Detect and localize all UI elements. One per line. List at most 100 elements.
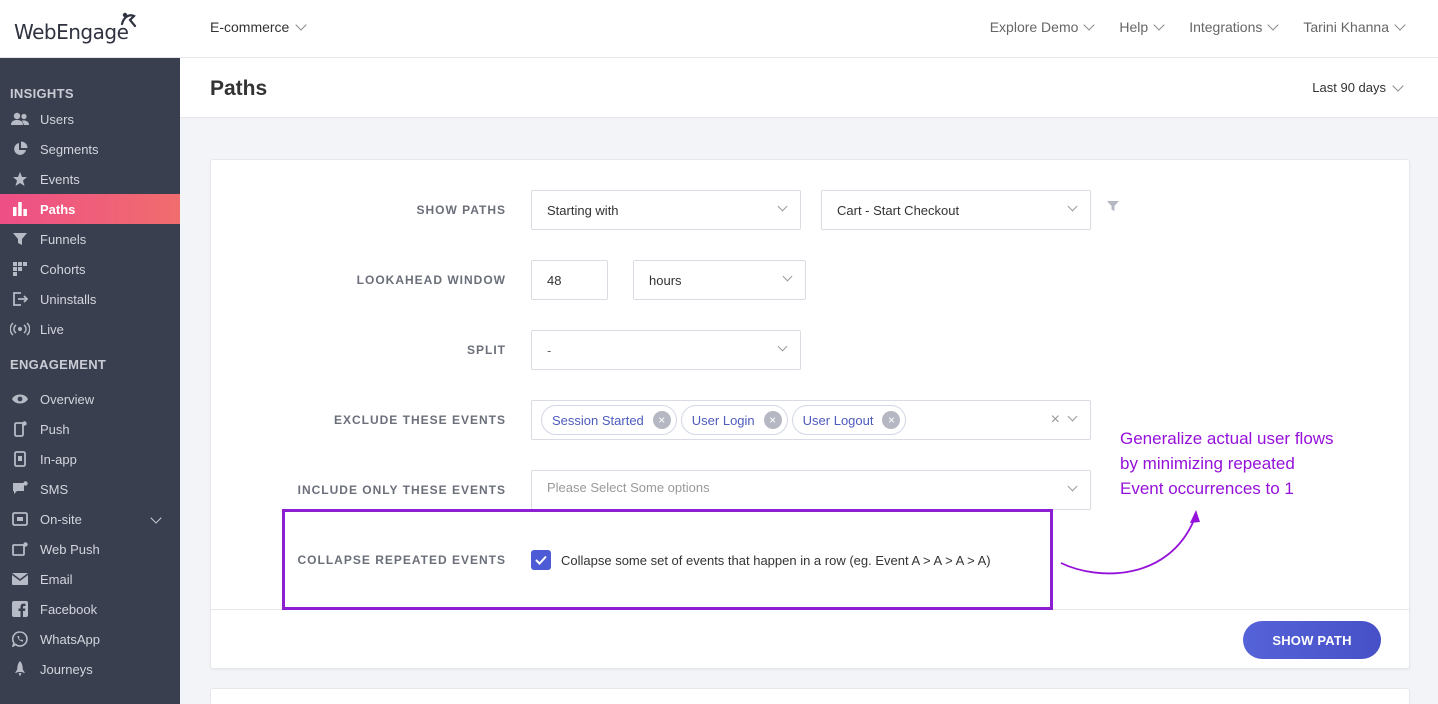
chevron-down-icon <box>1067 481 1078 492</box>
lookahead-input[interactable]: 48 <box>531 260 608 300</box>
annotation-arrow-icon <box>1060 510 1200 575</box>
sidebar-item-label: Live <box>40 321 64 337</box>
filter-icon[interactable] <box>1107 200 1119 212</box>
facebook-icon <box>10 601 30 617</box>
webengage-logo[interactable]: WebEngage <box>14 12 137 44</box>
tag-label: Session Started <box>552 412 644 428</box>
broadcast-icon <box>10 321 30 337</box>
sidebar-item-label: Facebook <box>40 601 98 617</box>
lookahead-label: LOOKAHEAD WINDOW <box>356 273 506 287</box>
include-events-placeholder: Please Select Some options <box>547 480 710 495</box>
sidebar-item-funnels[interactable]: Funnels <box>0 224 180 254</box>
chevron-down-icon <box>777 201 788 212</box>
remove-tag-icon[interactable]: × <box>652 411 671 429</box>
date-range-picker[interactable]: Last 90 days <box>1312 79 1404 95</box>
include-events-label: INCLUDE ONLY THESE EVENTS <box>297 483 506 497</box>
in-app-icon <box>10 451 30 467</box>
page-header: Paths Last 90 days <box>180 58 1438 118</box>
sidebar-item-label: Paths <box>40 201 76 217</box>
window-icon <box>10 511 30 527</box>
path-event-select[interactable]: Cart - Start Checkout <box>821 190 1091 230</box>
sidebar-item-label: Users <box>40 111 74 127</box>
sidebar-item-label: Uninstalls <box>40 291 97 307</box>
chevron-down-icon <box>782 271 793 282</box>
show-paths-label: SHOW PATHS <box>416 203 506 217</box>
explore-demo-label: Explore Demo <box>989 19 1079 35</box>
split-label: SPLIT <box>466 343 506 357</box>
sidebar-item-sms[interactable]: SMS <box>0 474 180 504</box>
sidebar-item-in-app[interactable]: In-app <box>0 444 180 474</box>
exclude-events-multiselect[interactable]: Session Started × User Login × User Logout… <box>531 400 1091 440</box>
sidebar-item-label: In-app <box>40 451 77 467</box>
eye-icon <box>10 391 30 407</box>
rocket-icon <box>10 661 30 677</box>
chat-icon <box>10 481 30 497</box>
lookahead-unit-select[interactable]: hours <box>633 260 806 300</box>
split-value: - <box>547 342 552 358</box>
event-tag: Session Started × <box>541 405 677 435</box>
sidebar-item-events[interactable]: Events <box>0 164 180 194</box>
sidebar-item-label: Events <box>40 171 80 187</box>
sidebar-item-live[interactable]: Live <box>0 314 180 344</box>
remove-tag-icon[interactable]: × <box>763 411 782 429</box>
sidebar-item-on-site[interactable]: On-site <box>0 504 180 534</box>
sidebar-item-cohorts[interactable]: Cohorts <box>0 254 180 284</box>
tag-label: User Logout <box>802 412 874 428</box>
sidebar-item-uninstalls[interactable]: Uninstalls <box>0 284 180 314</box>
clear-all-icon[interactable]: × <box>1051 411 1060 429</box>
sidebar-item-paths[interactable]: Paths <box>0 194 180 224</box>
brand-name: WebEngage <box>14 20 129 44</box>
path-mode-value: Starting with <box>547 202 619 218</box>
sidebar-item-email[interactable]: Email <box>0 564 180 594</box>
integrations-menu[interactable]: Integrations <box>1189 19 1280 35</box>
show-path-button[interactable]: SHOW PATH <box>1243 621 1381 659</box>
sidebar-item-whatsapp[interactable]: WhatsApp <box>0 624 180 654</box>
project-switcher[interactable]: E-commerce <box>210 19 308 35</box>
user-name: Tarini Khanna <box>1303 19 1389 35</box>
pie-icon <box>10 141 30 157</box>
sidebar-item-push[interactable]: Push <box>0 414 180 444</box>
sidebar-item-journeys[interactable]: Journeys <box>0 654 180 684</box>
chevron-down-icon <box>1392 79 1404 92</box>
sidebar-item-web-push[interactable]: Web Push <box>0 534 180 564</box>
user-menu[interactable]: Tarini Khanna <box>1303 19 1406 35</box>
highlight-box <box>282 509 1053 610</box>
sidebar-item-overview[interactable]: Overview <box>0 384 180 414</box>
top-nav: Explore Demo Help Integrations Tarini Kh… <box>989 19 1406 35</box>
annotation-text: Generalize actual user flows by minimizi… <box>1120 426 1380 501</box>
project-name: E-commerce <box>210 19 290 35</box>
remove-tag-icon[interactable]: × <box>882 411 901 429</box>
web-push-icon <box>10 541 30 557</box>
help-menu[interactable]: Help <box>1119 19 1165 35</box>
results-card <box>210 688 1410 704</box>
chevron-down-icon <box>1153 19 1165 31</box>
help-label: Help <box>1119 19 1149 35</box>
event-tag: User Logout × <box>791 405 907 435</box>
sidebar-item-users[interactable]: Users <box>0 104 180 134</box>
chevron-down-icon[interactable] <box>150 512 162 524</box>
section-insights: INSIGHTS <box>10 86 74 101</box>
sidebar-item-label: Journeys <box>40 661 93 677</box>
path-mode-select[interactable]: Starting with <box>531 190 801 230</box>
grid-icon <box>10 261 30 277</box>
chevron-down-icon <box>295 19 308 31</box>
bar-chart-icon <box>10 201 30 217</box>
chevron-down-icon <box>1067 201 1078 212</box>
sidebar-item-label: Email <box>40 571 73 587</box>
sidebar-item-label: Push <box>40 421 70 437</box>
sidebar-item-segments[interactable]: Segments <box>0 134 180 164</box>
exit-icon <box>10 291 30 307</box>
explore-demo-menu[interactable]: Explore Demo <box>989 19 1096 35</box>
whatsapp-icon <box>10 631 30 647</box>
sidebar-item-label: Segments <box>40 141 99 157</box>
sidebar-item-label: SMS <box>40 481 69 497</box>
sidebar-item-label: Web Push <box>40 541 100 557</box>
star-icon <box>10 171 30 187</box>
sidebar-item-label: Overview <box>40 391 95 407</box>
integrations-label: Integrations <box>1189 19 1263 35</box>
include-events-multiselect[interactable]: Please Select Some options <box>531 470 1091 510</box>
sidebar-item-label: WhatsApp <box>40 631 100 647</box>
date-range-label: Last 90 days <box>1312 80 1386 95</box>
split-select[interactable]: - <box>531 330 801 370</box>
sidebar-item-facebook[interactable]: Facebook <box>0 594 180 624</box>
